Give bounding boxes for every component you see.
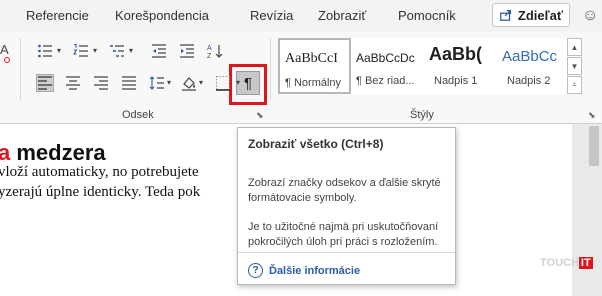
- tab-zobrazit[interactable]: Zobraziť: [318, 8, 366, 23]
- style-name: Nadpis 2: [507, 75, 551, 87]
- numbering-dropdown-icon[interactable]: ▾: [93, 46, 97, 55]
- sort-icon[interactable]: AZ: [206, 42, 224, 60]
- styles-gallery: AaBbCcI ¶ Normálny AaBbCcDc ¶ Bez riad..…: [274, 38, 570, 96]
- share-label: Zdieľať: [517, 7, 564, 23]
- tooltip-description: Zobrazí značky odsekov a ďalšie skryté f…: [248, 177, 441, 204]
- shading-dropdown-icon[interactable]: ▾: [199, 78, 203, 87]
- style-name: ¶ Bez riad...: [356, 75, 415, 87]
- group-separator: [270, 38, 271, 100]
- style-preview: AaBbCcDc: [356, 51, 415, 65]
- more-info-label: Ďalšie informácie: [269, 264, 361, 277]
- feedback-smiley-icon[interactable]: ☺: [582, 7, 598, 25]
- style-name: Nadpis 1: [434, 75, 478, 87]
- styles-gallery-scroll: ▲ ▼ ⩡: [567, 38, 582, 96]
- tab-revizia[interactable]: Revízia: [250, 8, 293, 23]
- more-info-link[interactable]: ? Ďalšie informácie: [248, 263, 360, 278]
- document-line-2: yzerajú úplne identicky. Teda pok: [0, 184, 201, 200]
- word-window: Referencie Korešpondencia Revízia Zobraz…: [0, 0, 602, 296]
- style-preview: AaBb(: [429, 44, 482, 64]
- document-line-1: vloží automaticky, no potrebujete: [0, 164, 199, 180]
- increase-indent-icon[interactable]: [178, 42, 196, 60]
- align-left-icon[interactable]: [36, 74, 54, 92]
- decrease-indent-icon[interactable]: [150, 42, 168, 60]
- borders-dropdown-icon[interactable]: ▾: [236, 78, 240, 87]
- tooltip-title: Zobraziť všetko (Ctrl+8): [248, 137, 384, 151]
- style-heading-2[interactable]: AaBbCc Nadpis 2: [497, 38, 570, 94]
- justify-icon[interactable]: [120, 74, 138, 92]
- group-separator: [20, 38, 21, 100]
- shading-icon[interactable]: [180, 74, 198, 92]
- align-center-icon[interactable]: [64, 74, 82, 92]
- align-right-icon[interactable]: [92, 74, 110, 92]
- show-all-tooltip: Zobraziť všetko (Ctrl+8) Zobrazí značky …: [237, 127, 456, 285]
- line-spacing-icon[interactable]: [148, 74, 166, 92]
- watermark-text: TOUCH: [540, 257, 579, 269]
- tab-korespondencia[interactable]: Korešpondencia: [115, 8, 209, 23]
- vertical-scrollbar-thumb[interactable]: [589, 126, 599, 166]
- watermark-logo: TOUCH IT: [540, 257, 593, 269]
- style-normal[interactable]: AaBbCcI ¶ Normálny: [278, 38, 351, 94]
- heading-highlight-char: a: [0, 140, 11, 165]
- style-heading-1[interactable]: AaBb( Nadpis 1: [424, 38, 497, 94]
- share-icon: [500, 10, 511, 21]
- tooltip-divider: [238, 252, 455, 253]
- gallery-down-icon[interactable]: ▼: [567, 57, 582, 75]
- multilevel-dropdown-icon[interactable]: ▾: [129, 46, 133, 55]
- tab-pomocnik[interactable]: Pomocník: [398, 8, 456, 23]
- font-color-partial-icon[interactable]: A: [0, 42, 9, 57]
- odsek-dialog-launcher-icon[interactable]: ⬊: [256, 110, 264, 121]
- tooltip-note: Je to užitočné najmä pri uskutočňovaní p…: [248, 221, 439, 248]
- style-preview: AaBbCc: [502, 48, 558, 65]
- styles-dialog-launcher-icon[interactable]: ⬊: [588, 110, 596, 121]
- borders-icon[interactable]: [214, 74, 232, 92]
- style-name: ¶ Normálny: [285, 77, 342, 89]
- tab-referencie[interactable]: Referencie: [26, 8, 89, 23]
- watermark-accent: IT: [578, 257, 593, 269]
- gallery-more-icon[interactable]: ⩡: [567, 76, 582, 94]
- heading-text: medzera: [10, 140, 106, 165]
- svg-text:A: A: [207, 45, 212, 52]
- bullets-icon[interactable]: [36, 42, 54, 60]
- multilevel-list-icon[interactable]: [108, 42, 126, 60]
- style-no-spacing[interactable]: AaBbCcDc ¶ Bez riad...: [351, 38, 424, 94]
- document-heading: a medzera: [0, 140, 106, 166]
- svg-text:Z: Z: [207, 53, 212, 59]
- style-preview: AaBbCcI: [285, 51, 338, 66]
- numbering-icon[interactable]: [72, 42, 90, 60]
- group-label-odsek: Odsek: [122, 109, 154, 121]
- clear-format-partial-icon[interactable]: [4, 57, 10, 63]
- group-label-styly: Štýly: [410, 109, 434, 121]
- help-icon: ?: [248, 263, 263, 278]
- ribbon-tab-bar: Referencie Korešpondencia Revízia Zobraz…: [0, 0, 602, 32]
- line-spacing-dropdown-icon[interactable]: ▾: [167, 78, 171, 87]
- share-button[interactable]: Zdieľať: [492, 3, 570, 27]
- bullets-dropdown-icon[interactable]: ▾: [57, 46, 61, 55]
- gallery-up-icon[interactable]: ▲: [567, 38, 582, 56]
